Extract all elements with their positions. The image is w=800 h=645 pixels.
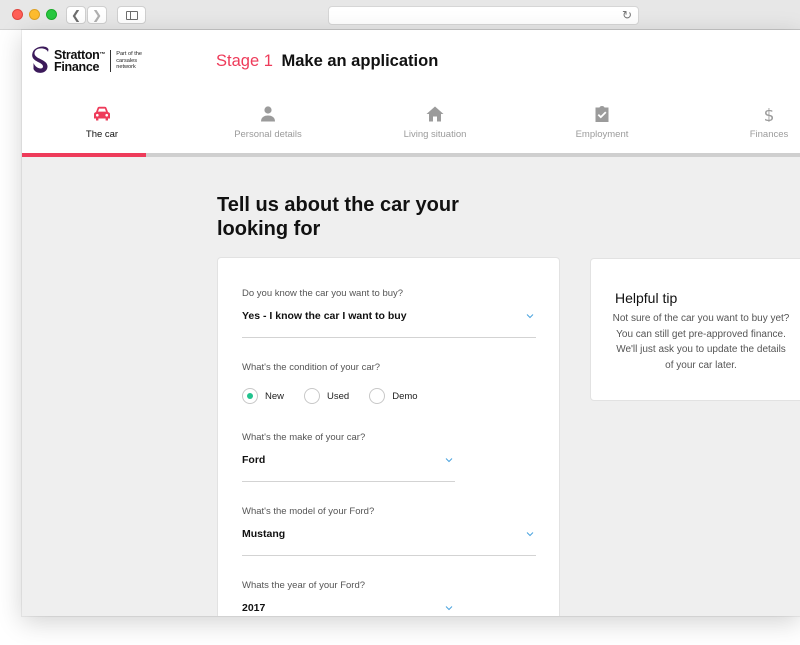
chevron-down-icon bbox=[445, 458, 453, 463]
step-living-situation[interactable]: Living situation bbox=[355, 92, 515, 153]
radio-label: Demo bbox=[392, 390, 418, 402]
radio-button[interactable] bbox=[242, 388, 258, 404]
sidebar-icon bbox=[125, 10, 138, 20]
radio-label: New bbox=[265, 390, 285, 402]
year-label: Whats the year of your Ford? bbox=[242, 580, 366, 591]
tip-body: Not sure of the car you want to buy yet?… bbox=[612, 313, 790, 371]
page-title: Stage 1 Make an application bbox=[216, 52, 438, 71]
model-value: Mustang bbox=[242, 528, 286, 540]
chevron-left-icon: ❮ bbox=[70, 8, 82, 22]
know-car-value: Yes - I know the car I want to buy bbox=[242, 310, 407, 322]
condition-radio-demo[interactable]: Demo bbox=[369, 388, 418, 404]
stratton-s-logo-icon bbox=[32, 46, 49, 73]
chevron-down-icon bbox=[526, 314, 534, 319]
know-car-select[interactable]: Yes - I know the car I want to buy bbox=[242, 308, 536, 338]
back-button[interactable]: ❮ bbox=[66, 6, 86, 24]
condition-radio-new[interactable]: New bbox=[242, 388, 284, 404]
condition-radio-group: New Used Demo bbox=[242, 388, 438, 404]
forward-button[interactable]: ❯ bbox=[87, 6, 107, 24]
reload-icon[interactable]: ↻ bbox=[622, 8, 632, 22]
progress-bar-fill bbox=[22, 153, 147, 157]
step-finances[interactable]: $ Finances bbox=[689, 92, 800, 153]
progress-bar bbox=[22, 153, 800, 157]
stage-title: Make an application bbox=[281, 52, 439, 70]
stage-number: Stage 1 bbox=[216, 52, 273, 70]
model-label: What's the model of your Ford? bbox=[242, 506, 375, 517]
step-label: Employment bbox=[575, 129, 629, 140]
step-label: Living situation bbox=[403, 129, 467, 140]
network-tagline: Part of the carsales network bbox=[116, 51, 143, 71]
brand-name: Stratton™ Finance bbox=[54, 48, 106, 74]
chevron-down-icon bbox=[526, 532, 534, 537]
sidebar-toggle-button[interactable] bbox=[117, 6, 146, 24]
step-navigation: The car Personal details Living situatio… bbox=[22, 92, 800, 153]
dollar-icon: $ bbox=[764, 106, 775, 122]
radio-button[interactable] bbox=[369, 388, 386, 404]
know-car-label: Do you know the car you want to buy? bbox=[242, 288, 404, 299]
site-header: Stratton™ Finance Part of the carsales n… bbox=[22, 30, 800, 92]
browser-chrome: ❮ ❯ ↻ bbox=[0, 0, 800, 30]
step-label: Personal details bbox=[234, 129, 302, 140]
year-select[interactable]: 2017 bbox=[242, 600, 455, 616]
home-icon bbox=[426, 106, 444, 122]
person-icon bbox=[261, 106, 275, 122]
section-heading: Tell us about the car your looking for bbox=[217, 194, 459, 240]
make-select[interactable]: Ford bbox=[242, 452, 455, 482]
radio-button[interactable] bbox=[304, 388, 321, 404]
clipboard-check-icon bbox=[595, 106, 609, 122]
zoom-window-button[interactable] bbox=[46, 9, 57, 20]
minimize-window-button[interactable] bbox=[29, 9, 40, 20]
step-personal-details[interactable]: Personal details bbox=[188, 92, 348, 153]
condition-radio-used[interactable]: Used bbox=[304, 388, 349, 404]
year-value: 2017 bbox=[242, 602, 266, 614]
step-label: The car bbox=[85, 129, 119, 140]
tip-title: Helpful tip bbox=[615, 290, 678, 306]
step-the-car[interactable]: The car bbox=[22, 92, 182, 153]
close-window-button[interactable] bbox=[12, 9, 23, 20]
chevron-right-icon: ❯ bbox=[91, 8, 103, 22]
address-bar[interactable]: ↻ bbox=[328, 6, 639, 25]
radio-label: Used bbox=[327, 390, 350, 402]
svg-text:$: $ bbox=[764, 106, 775, 122]
model-select[interactable]: Mustang bbox=[242, 526, 536, 556]
car-icon bbox=[94, 106, 110, 121]
browser-viewport: Stratton™ Finance Part of the carsales n… bbox=[22, 30, 800, 616]
car-details-form: Do you know the car you want to buy? Yes… bbox=[217, 257, 560, 616]
helpful-tip-card: Helpful tip Not sure of the car you want… bbox=[590, 258, 800, 401]
step-label: Finances bbox=[749, 129, 789, 140]
logo-divider bbox=[110, 50, 112, 72]
condition-label: What's the condition of your car? bbox=[242, 362, 381, 373]
make-value: Ford bbox=[242, 454, 266, 466]
brand-logo[interactable]: Stratton™ Finance Part of the carsales n… bbox=[32, 46, 142, 76]
make-label: What's the make of your car? bbox=[242, 432, 366, 443]
step-employment[interactable]: Employment bbox=[522, 92, 682, 153]
chevron-down-icon bbox=[445, 606, 453, 611]
